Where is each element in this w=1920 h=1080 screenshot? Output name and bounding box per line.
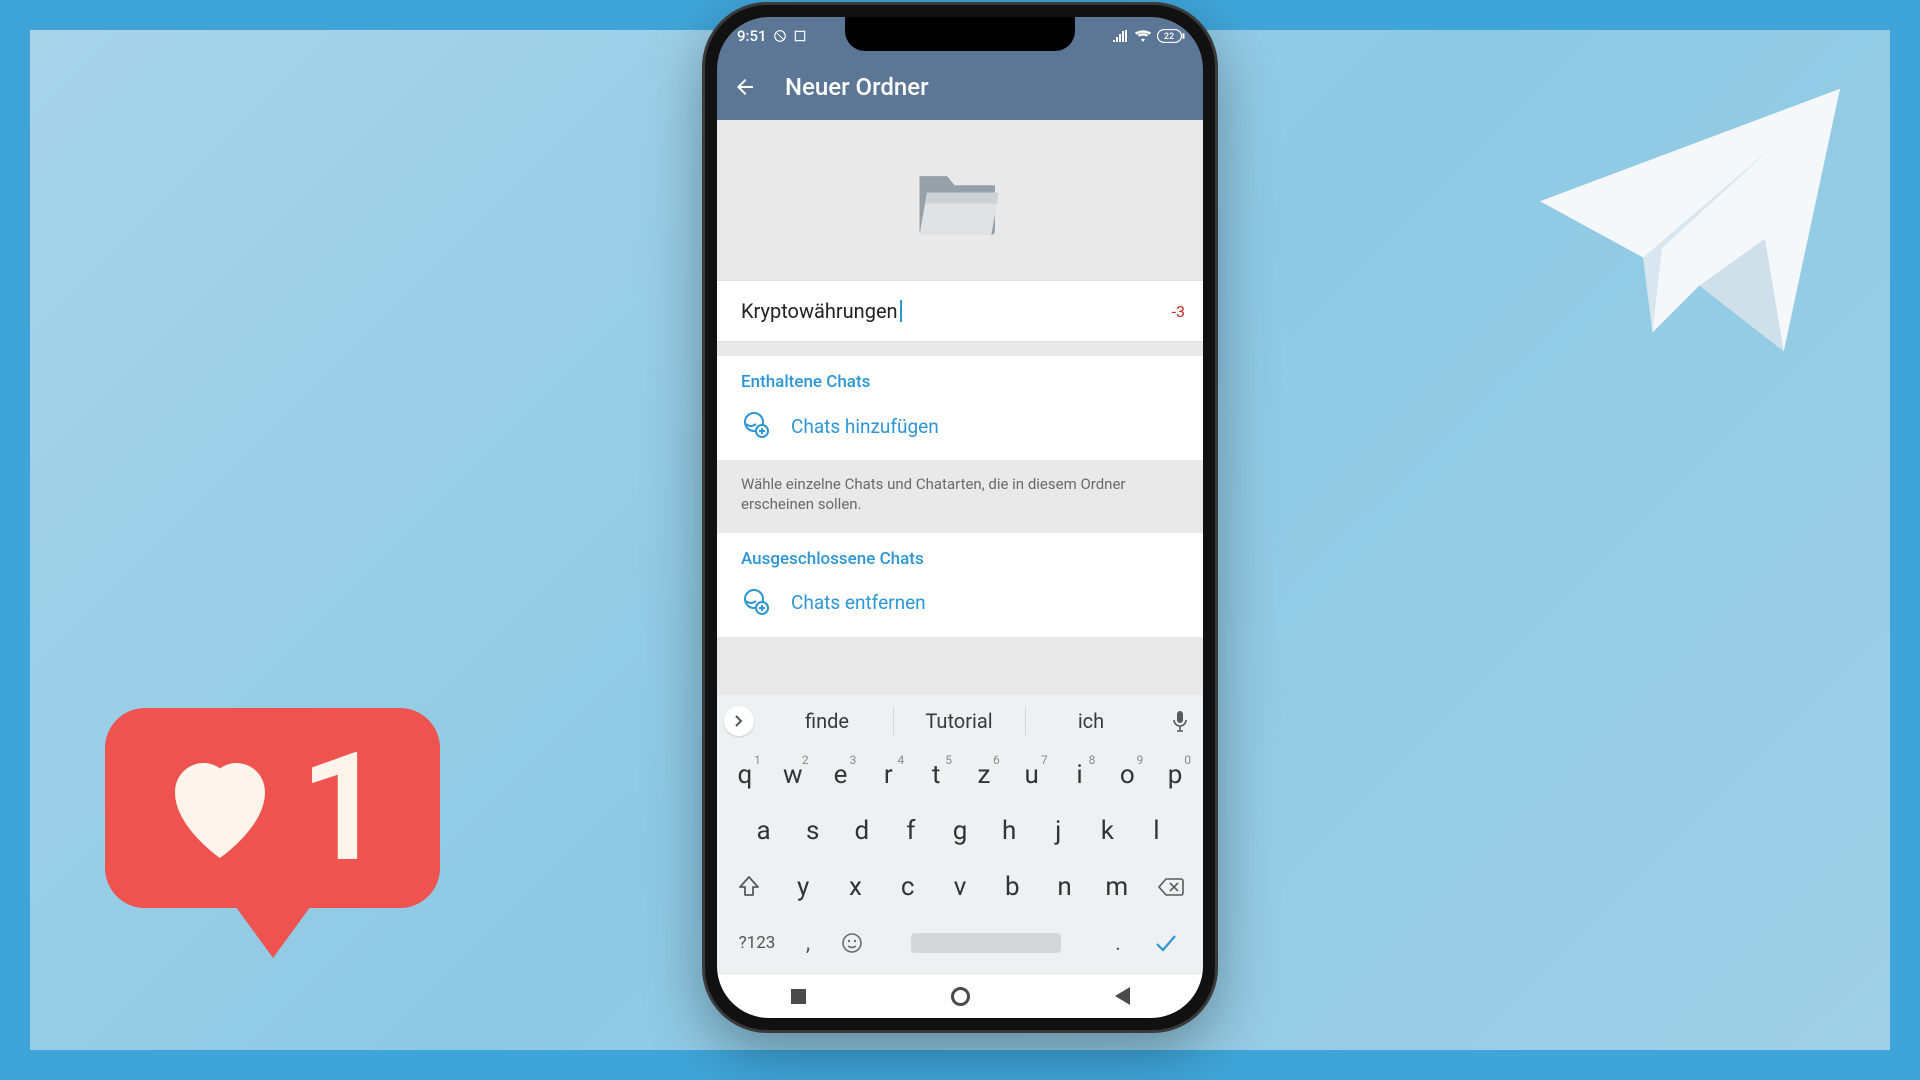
android-navbar: [717, 973, 1203, 1018]
folder-icon: [914, 161, 1006, 239]
mic-button[interactable]: [1157, 695, 1203, 747]
key-f[interactable]: f: [888, 807, 933, 855]
key-p[interactable]: p0: [1153, 751, 1197, 799]
period-key[interactable]: .: [1099, 919, 1137, 967]
folder-illustration: [717, 120, 1203, 280]
battery-percent: 22: [1164, 32, 1174, 42]
folder-name-input[interactable]: [741, 299, 900, 323]
key-h[interactable]: h: [987, 807, 1032, 855]
do-not-disturb-icon: [773, 29, 787, 43]
backspace-icon: [1158, 877, 1184, 897]
add-chats-button[interactable]: Chats hinzufügen: [717, 400, 1203, 460]
telegram-plane-icon: [1520, 70, 1860, 370]
like-count: 1: [300, 733, 386, 883]
home-button[interactable]: [945, 981, 975, 1011]
key-u[interactable]: u7: [1010, 751, 1054, 799]
key-r[interactable]: r4: [866, 751, 910, 799]
included-description: Wähle einzelne Chats und Chatarten, die …: [717, 460, 1203, 533]
app-bar: Neuer Ordner: [717, 54, 1203, 120]
key-j[interactable]: j: [1036, 807, 1081, 855]
enter-key[interactable]: [1141, 919, 1191, 967]
key-i[interactable]: i8: [1058, 751, 1102, 799]
text-cursor: [900, 300, 902, 322]
status-time: 9:51: [737, 27, 767, 45]
excluded-title: Ausgeschlossene Chats: [717, 533, 1203, 577]
comma-key[interactable]: ,: [789, 919, 827, 967]
key-a[interactable]: a: [741, 807, 786, 855]
key-q[interactable]: q1: [723, 751, 767, 799]
expand-suggestions[interactable]: [717, 695, 761, 747]
key-o[interactable]: o9: [1105, 751, 1149, 799]
emoji-key[interactable]: [831, 919, 873, 967]
key-c[interactable]: c: [884, 863, 932, 911]
heart-icon: [160, 753, 280, 863]
key-z[interactable]: z6: [962, 751, 1006, 799]
key-w[interactable]: w2: [771, 751, 815, 799]
remove-chats-button[interactable]: Chats entfernen: [717, 577, 1203, 637]
arrow-left-icon: [733, 75, 757, 99]
signal-icon: [1113, 30, 1129, 42]
suggestion-1[interactable]: finde: [761, 695, 893, 747]
key-y[interactable]: y: [779, 863, 827, 911]
nav-back-button[interactable]: [1107, 981, 1137, 1011]
key-g[interactable]: g: [937, 807, 982, 855]
backspace-key[interactable]: [1145, 863, 1197, 911]
remove-chats-label: Chats entfernen: [791, 591, 926, 614]
canvas: 1 9:51: [0, 0, 1920, 1080]
folder-name-row: -3: [717, 280, 1203, 342]
key-m[interactable]: m: [1093, 863, 1141, 911]
suggestion-3[interactable]: ich: [1025, 695, 1157, 747]
key-n[interactable]: n: [1040, 863, 1088, 911]
chat-remove-icon: [741, 587, 769, 619]
key-v[interactable]: v: [936, 863, 984, 911]
screenshot-icon: [793, 29, 807, 43]
content-area: -3 Enthaltene Chats Chats hinzufügen Wäh…: [717, 120, 1203, 695]
key-l[interactable]: l: [1134, 807, 1179, 855]
shift-icon: [739, 876, 759, 898]
shift-key[interactable]: [723, 863, 775, 911]
suggestion-2[interactable]: Tutorial: [893, 695, 1025, 747]
char-counter: -3: [1172, 302, 1185, 321]
recent-apps-button[interactable]: [783, 981, 813, 1011]
emoji-icon: [840, 931, 864, 955]
battery-icon: 22: [1157, 29, 1185, 43]
key-x[interactable]: x: [831, 863, 879, 911]
like-bubble: 1: [105, 708, 440, 908]
key-b[interactable]: b: [988, 863, 1036, 911]
check-icon: [1154, 933, 1178, 953]
space-key[interactable]: [877, 919, 1095, 967]
wifi-icon: [1135, 30, 1151, 42]
key-e[interactable]: e3: [819, 751, 863, 799]
add-chats-label: Chats hinzufügen: [791, 415, 939, 438]
symbols-key[interactable]: ?123: [729, 919, 785, 967]
key-k[interactable]: k: [1085, 807, 1130, 855]
chevron-right-icon: [733, 715, 745, 727]
microphone-icon: [1171, 710, 1189, 732]
phone-notch: [845, 17, 1075, 51]
phone-frame: 9:51 22: [705, 5, 1215, 1030]
key-s[interactable]: s: [790, 807, 835, 855]
chat-add-icon: [741, 410, 769, 442]
key-d[interactable]: d: [839, 807, 884, 855]
key-t[interactable]: t5: [914, 751, 958, 799]
suggestion-bar: finde Tutorial ich: [717, 695, 1203, 747]
page-title: Neuer Ordner: [785, 73, 929, 101]
keyboard: finde Tutorial ich q1w2e3r4t5z6u7i8o9p0 …: [717, 695, 1203, 973]
included-chats-section: Enthaltene Chats Chats hinzufügen: [717, 356, 1203, 460]
included-title: Enthaltene Chats: [717, 356, 1203, 400]
back-button[interactable]: [733, 75, 757, 99]
excluded-chats-section: Ausgeschlossene Chats Chats entfernen: [717, 533, 1203, 637]
